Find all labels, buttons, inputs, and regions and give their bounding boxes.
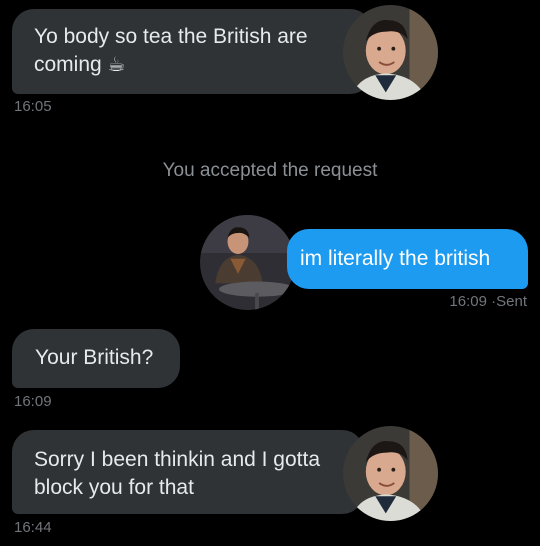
system-notice: You accepted the request: [162, 160, 378, 181]
message-time: 16:09: [449, 293, 487, 310]
profile-photo-icon: [343, 5, 438, 100]
avatar[interactable]: [200, 215, 295, 310]
timestamp: 16:05: [14, 98, 52, 115]
timestamp: 16:44: [14, 519, 52, 536]
timestamp: 16:09 ·Sent: [449, 293, 527, 311]
message-text: Sorry I been thinkin and I gotta block y…: [34, 448, 321, 499]
profile-photo-icon: [343, 426, 438, 521]
profile-photo-icon: [200, 215, 295, 310]
avatar[interactable]: [343, 5, 438, 100]
timestamp: 16:09: [14, 393, 52, 410]
read-status: Sent: [496, 293, 527, 310]
message-bubble-incoming[interactable]: Sorry I been thinkin and I gotta block y…: [12, 430, 364, 514]
message-bubble-outgoing[interactable]: im literally the british: [287, 229, 528, 289]
message-bubble-incoming[interactable]: Yo body so tea the British are coming ☕: [12, 9, 372, 94]
coffee-emoji-icon: ☕: [107, 54, 126, 76]
message-bubble-incoming[interactable]: Your British?: [12, 329, 180, 388]
message-text: Your British?: [35, 346, 154, 369]
message-text: im literally the british: [300, 247, 491, 270]
message-text: Yo body so tea the British are coming: [34, 25, 308, 76]
avatar[interactable]: [343, 426, 438, 521]
